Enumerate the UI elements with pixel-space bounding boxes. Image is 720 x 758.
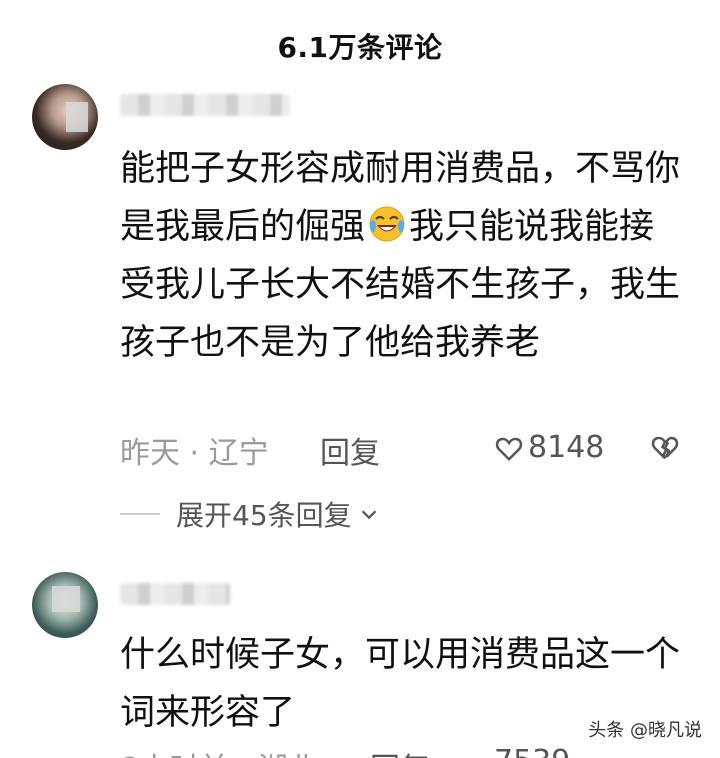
like-count: 8148	[528, 430, 605, 465]
avatar[interactable]	[32, 572, 98, 638]
reply-button[interactable]: 回复	[370, 744, 430, 758]
username-blurred[interactable]	[120, 583, 230, 605]
broken-heart-icon[interactable]	[650, 432, 680, 462]
avatar[interactable]	[32, 84, 98, 150]
comments-count-title: 6.1万条评论	[277, 31, 443, 64]
comment-time-location: 昨天 · 辽宁	[120, 436, 269, 471]
divider-line	[120, 513, 160, 515]
comment-meta: 昨天 · 辽宁 回复 8148	[120, 428, 700, 472]
comment-time-location: 8小时前 · 湖北	[120, 744, 318, 758]
watermark: 头条 @晓凡说	[584, 714, 706, 744]
comment-text: 能把子女形容成耐用消费品，不骂你是我最后的倔强 我只能说我能接受我儿子长大不结婚…	[120, 140, 680, 372]
comments-page: 6.1万条评论 能把子女形容成耐用消费品，不骂你是我最后的倔强 我只能说我能接受…	[0, 0, 720, 758]
heart-outline-icon	[495, 437, 523, 461]
laughing-crying-emoji-icon	[369, 206, 405, 242]
chevron-down-icon	[361, 510, 376, 520]
comment-meta: 8小时前 · 湖北 回复 7539	[120, 744, 700, 758]
avatar-blur	[52, 586, 80, 612]
avatar-blur	[66, 102, 88, 132]
like-count[interactable]: 7539	[494, 744, 570, 758]
expand-replies-button[interactable]: 展开45条回复	[120, 494, 380, 534]
like-button[interactable]: 8148	[494, 430, 604, 465]
expand-replies-label: 展开45条回复	[176, 499, 352, 532]
reply-button[interactable]: 回复	[320, 428, 380, 472]
username-blurred[interactable]	[120, 94, 290, 116]
